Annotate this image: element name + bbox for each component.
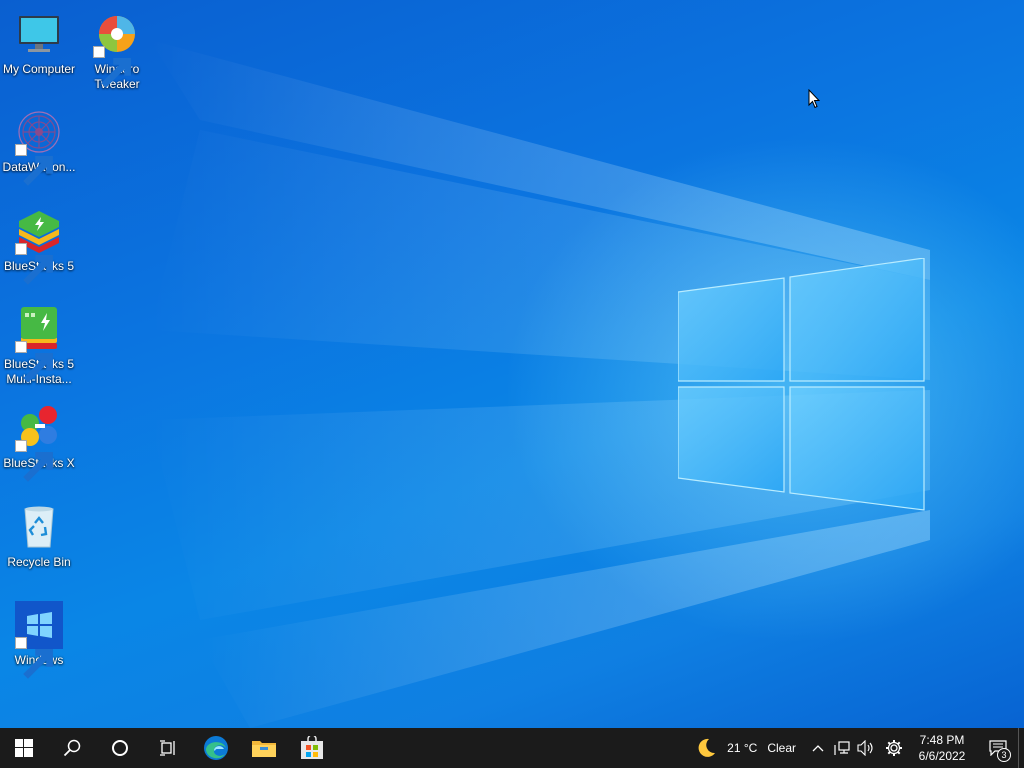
show-desktop-button[interactable] — [1018, 728, 1024, 768]
shortcut-arrow-icon — [15, 243, 53, 285]
desktop-icon-datawagon[interactable]: DataWagon... — [0, 108, 78, 186]
shortcut-arrow-icon — [15, 341, 53, 383]
shortcut-arrow-icon — [15, 440, 53, 482]
speaker-icon — [857, 740, 873, 756]
search-icon — [63, 739, 81, 757]
gear-icon — [886, 740, 902, 756]
file-explorer-icon — [252, 741, 276, 757]
weather-widget[interactable]: 21 °C Clear — [695, 737, 796, 759]
network-icon — [834, 741, 850, 755]
store-button[interactable] — [288, 728, 336, 768]
mouse-cursor-icon — [808, 89, 820, 109]
action-center-button[interactable]: 3 — [978, 728, 1018, 768]
task-view-icon — [160, 740, 175, 756]
weather-temperature: 21 °C — [727, 741, 758, 755]
cortana-button[interactable] — [96, 728, 144, 768]
show-hidden-icons-button[interactable] — [806, 728, 830, 768]
desktop-icon-my-computer[interactable]: My Computer — [0, 10, 78, 77]
search-button[interactable] — [48, 728, 96, 768]
edge-icon — [204, 736, 228, 760]
desktop-icon-winaero-tweaker[interactable]: Winaero Tweaker — [78, 10, 156, 92]
desktop-icon-recycle-bin[interactable]: Recycle Bin — [0, 503, 78, 570]
edge-button[interactable] — [192, 728, 240, 768]
monitor-icon — [19, 16, 59, 52]
notification-count-badge: 3 — [997, 748, 1011, 762]
volume-button[interactable] — [854, 728, 878, 768]
desktop-icon-bluestacks-multi-instance[interactable]: BlueStacks 5 Multi-Insta... — [0, 305, 78, 387]
clock-date: 6/6/2022 — [918, 749, 966, 763]
shortcut-arrow-icon — [93, 46, 131, 88]
wallpaper-windows-logo — [678, 258, 925, 511]
desktop-icon-label: My Computer — [2, 62, 76, 76]
shortcut-arrow-icon — [15, 637, 53, 679]
chevron-up-icon — [812, 745, 824, 752]
task-view-button[interactable] — [144, 728, 192, 768]
settings-tray-button[interactable] — [882, 728, 906, 768]
weather-condition: Clear — [767, 741, 796, 755]
desktop-icon-bluestacks-5[interactable]: BlueStacks 5 — [0, 207, 78, 285]
desktop-icon-windows[interactable]: Windows — [0, 601, 78, 679]
store-icon — [301, 736, 323, 759]
desktop[interactable]: My Computer Winaero Tweaker DataWagon...… — [0, 0, 1024, 728]
cortana-icon — [112, 740, 128, 756]
network-button[interactable] — [830, 728, 854, 768]
system-tray: 21 °C Clear 7:48 PM 6/6/2022 3 — [695, 728, 1024, 768]
shortcut-arrow-icon — [15, 144, 53, 186]
taskbar: 21 °C Clear 7:48 PM 6/6/2022 3 — [0, 728, 1024, 768]
desktop-icon-bluestacks-x[interactable]: BlueStacks X — [0, 404, 78, 482]
start-button[interactable] — [0, 728, 48, 768]
moon-icon — [698, 738, 716, 757]
start-icon — [15, 739, 33, 757]
recycle-bin-icon — [24, 506, 54, 548]
clock[interactable]: 7:48 PM 6/6/2022 — [912, 732, 972, 764]
desktop-icon-label: Recycle Bin — [7, 555, 71, 569]
file-explorer-button[interactable] — [240, 728, 288, 768]
clock-time: 7:48 PM — [919, 733, 965, 747]
